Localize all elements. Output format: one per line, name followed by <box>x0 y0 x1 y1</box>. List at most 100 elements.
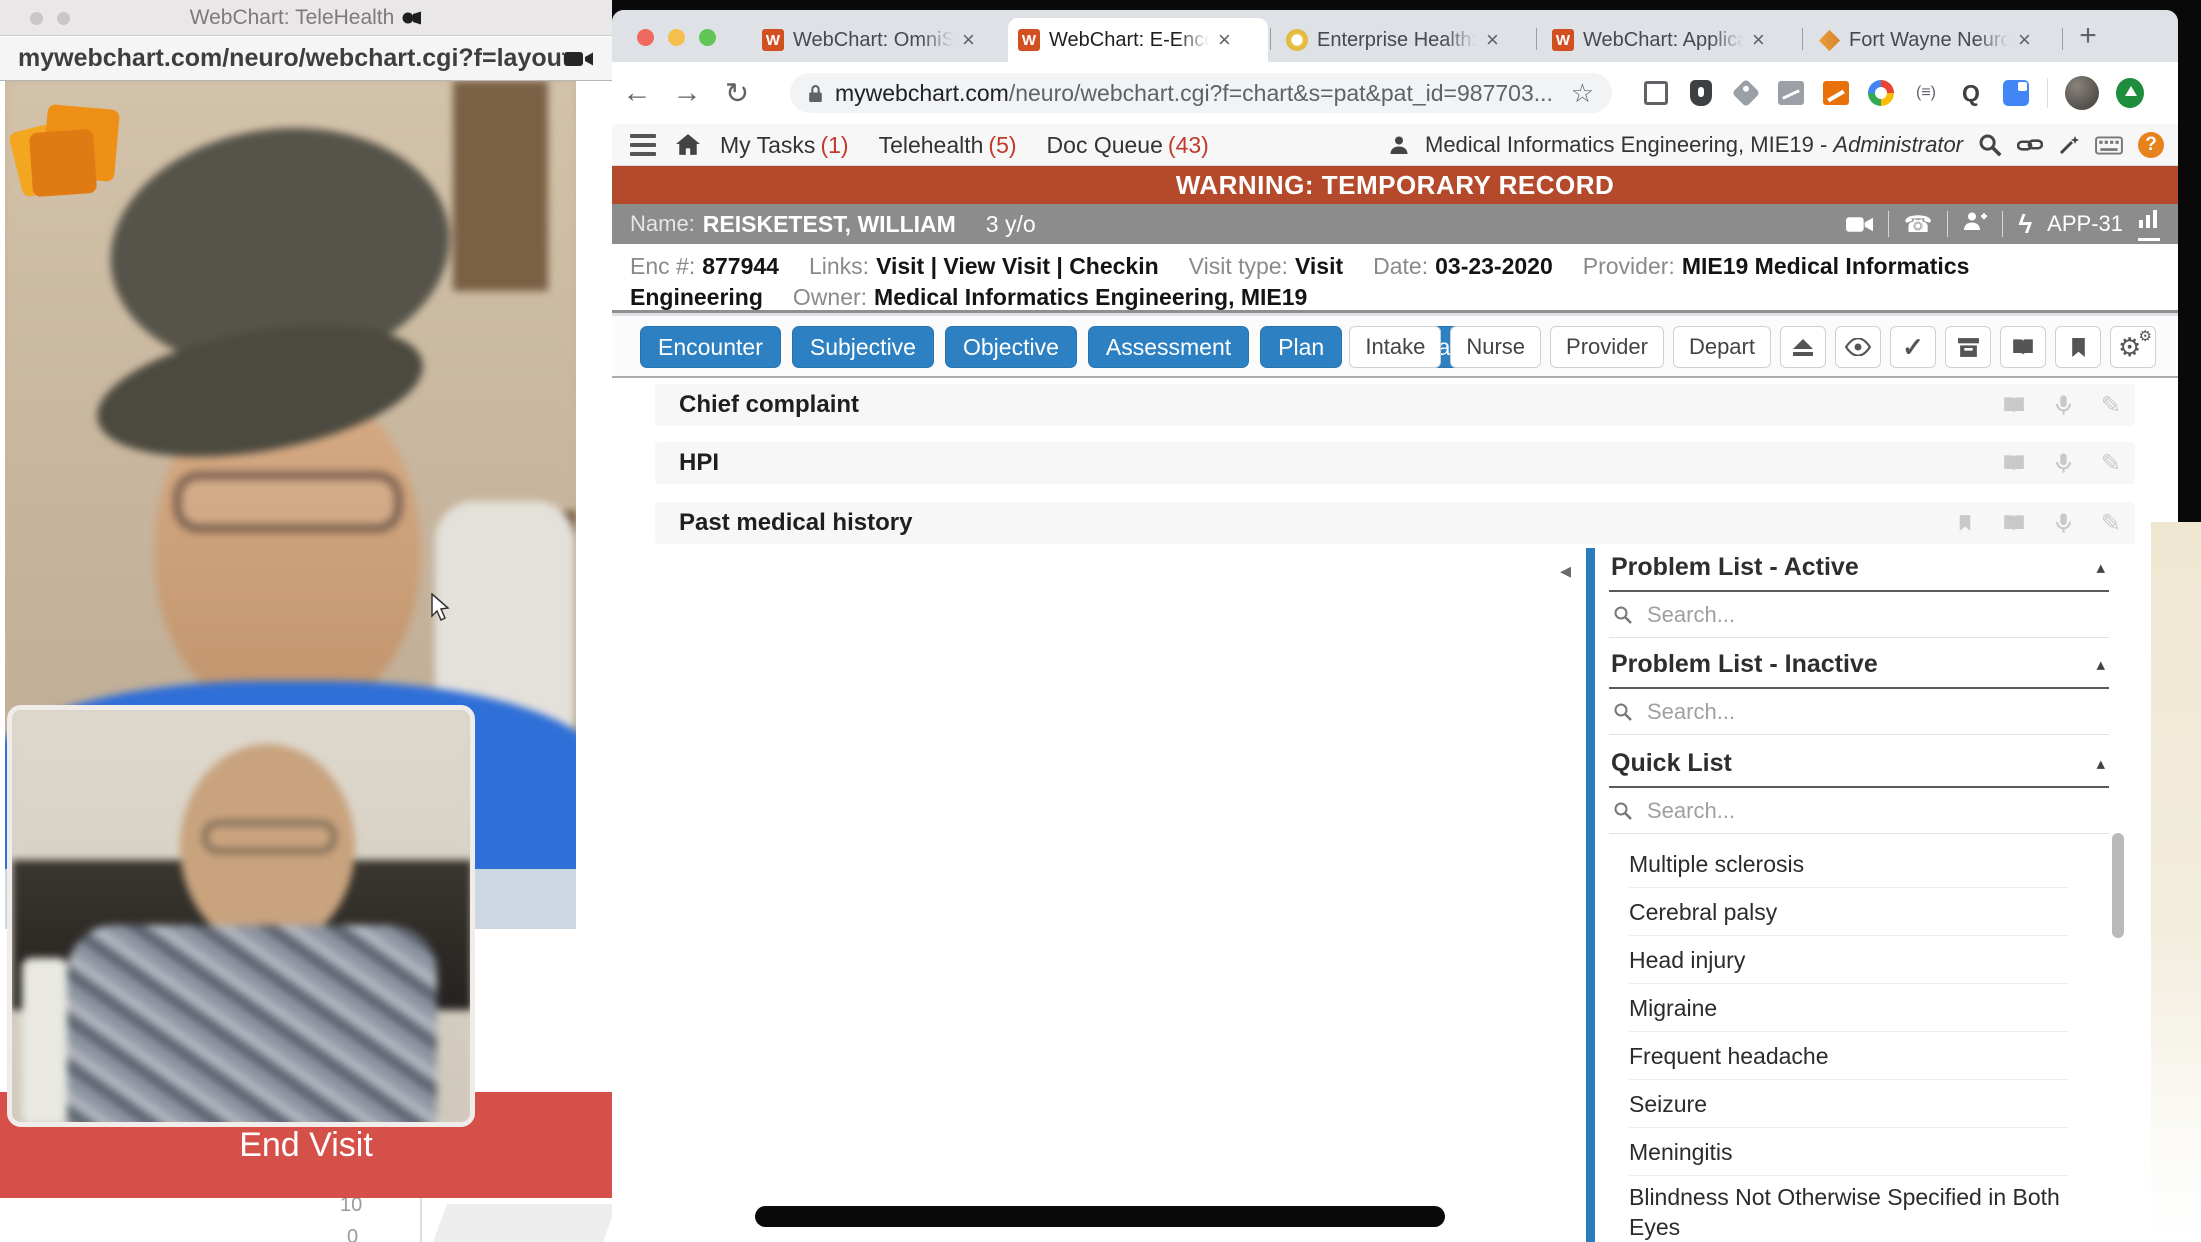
vitals-chart-icon[interactable] <box>2138 208 2160 241</box>
video-call-icon[interactable] <box>1846 215 1873 234</box>
app-badge[interactable]: APP-31 <box>2047 211 2123 237</box>
settings-gears-button[interactable]: ⚙⚙ <box>2110 326 2156 368</box>
close-window-button[interactable] <box>637 29 654 46</box>
pencil-icon[interactable]: ✎ <box>2101 509 2121 538</box>
intake-button[interactable]: Intake <box>1349 326 1441 368</box>
keyboard-icon[interactable] <box>2095 136 2123 155</box>
mic-icon[interactable] <box>2056 512 2071 534</box>
close-icon[interactable]: × <box>2018 29 2031 51</box>
list-item[interactable]: Cerebral palsy <box>1629 888 2069 936</box>
reload-icon[interactable]: ↻ <box>712 76 762 111</box>
close-icon[interactable]: × <box>1218 29 1231 51</box>
url-omnibox[interactable]: mywebchart.com/neuro/webchart.cgi?f=char… <box>790 73 1612 113</box>
book-icon[interactable] <box>2002 513 2026 533</box>
current-user[interactable]: Medical Informatics Engineering, MIE19 -… <box>1425 132 1963 158</box>
section-chief-complaint[interactable]: Chief complaint ✎ <box>655 384 2135 426</box>
video-camera-icon[interactable] <box>564 49 594 69</box>
analytics-extension-icon[interactable] <box>1822 79 1850 107</box>
back-icon[interactable]: ← <box>612 77 662 110</box>
scrollbar-thumb[interactable] <box>2112 833 2124 938</box>
pencil-icon[interactable]: ✎ <box>2101 449 2121 478</box>
group-header-problem-list-inactive[interactable]: Problem List - Inactive ▴ <box>1609 648 2109 689</box>
bookmark-icon[interactable] <box>1958 514 1972 532</box>
subjective-button[interactable]: Subjective <box>792 326 934 368</box>
objective-button[interactable]: Objective <box>945 326 1077 368</box>
eye-button[interactable] <box>1835 326 1881 368</box>
chevron-up-icon[interactable]: ▴ <box>2096 754 2105 774</box>
assessment-button[interactable]: Assessment <box>1088 326 1249 368</box>
tag-extension-icon[interactable] <box>1732 79 1760 107</box>
profile-avatar[interactable] <box>2065 76 2099 110</box>
list-item[interactable]: Seizure <box>1629 1080 2069 1128</box>
menu-icon[interactable] <box>630 134 656 156</box>
link-icon[interactable] <box>2017 137 2043 153</box>
eject-button[interactable] <box>1780 326 1826 368</box>
group-header-problem-list-active[interactable]: Problem List - Active ▴ <box>1609 551 2109 592</box>
close-icon[interactable]: × <box>1752 29 1765 51</box>
panel-collapse-icon[interactable]: ◂ <box>1560 558 1571 584</box>
browser-tab-e-encounter[interactable]: W WebChart: E-Encou × <box>1008 18 1268 62</box>
section-hpi[interactable]: HPI ✎ <box>655 442 2135 484</box>
nav-item-my-tasks[interactable]: My Tasks(1) <box>720 132 849 159</box>
screenshot-extension-icon[interactable] <box>1642 79 1670 107</box>
telehealth-url[interactable]: mywebchart.com/neuro/webchart.cgi?f=layo… <box>18 44 564 73</box>
bookmark-star-icon[interactable]: ☆ <box>1571 78 1594 109</box>
reader-extension-icon[interactable]: (≡) <box>1912 79 1940 107</box>
plan-button[interactable]: Plan <box>1260 326 1342 368</box>
list-item[interactable]: Migraine <box>1629 984 2069 1032</box>
archive-button[interactable] <box>1945 326 1991 368</box>
close-icon[interactable]: × <box>962 29 975 51</box>
quick-list-search-input[interactable] <box>1645 797 2105 825</box>
browser-tab-omniscope[interactable]: W WebChart: OmniSc × <box>752 18 1000 62</box>
group-header-quick-list[interactable]: Quick List ▴ <box>1609 747 2109 788</box>
nav-item-telehealth[interactable]: Telehealth(5) <box>879 132 1017 159</box>
close-icon[interactable]: × <box>1486 29 1499 51</box>
help-icon[interactable]: ? <box>2138 132 2164 158</box>
window-control-dot[interactable] <box>30 12 43 25</box>
problem-active-search-input[interactable] <box>1645 601 2105 629</box>
wand-icon[interactable] <box>2058 134 2080 156</box>
mic-icon[interactable] <box>2056 394 2071 416</box>
nav-item-doc-queue[interactable]: Doc Queue(43) <box>1047 132 1209 159</box>
section-past-medical-history[interactable]: Past medical history ✎ <box>655 502 2135 544</box>
depart-button[interactable]: Depart <box>1673 326 1771 368</box>
list-item[interactable]: Meningitis <box>1629 1128 2069 1176</box>
book-icon[interactable] <box>2002 395 2026 415</box>
nurse-button[interactable]: Nurse <box>1450 326 1541 368</box>
encounter-button[interactable]: Encounter <box>640 326 781 368</box>
list-item[interactable]: Frequent headache <box>1629 1032 2069 1080</box>
q-extension-icon[interactable]: Q <box>1957 79 1985 107</box>
pencil-icon[interactable]: ✎ <box>2101 391 2121 420</box>
search-icon[interactable] <box>1978 133 2002 157</box>
translate-extension-icon[interactable] <box>2002 79 2030 107</box>
window-control-dot[interactable] <box>57 12 70 25</box>
check-button[interactable]: ✓ <box>1890 326 1936 368</box>
bookmark-button[interactable] <box>2055 326 2101 368</box>
list-item[interactable]: Multiple sclerosis <box>1629 840 2069 888</box>
update-icon[interactable] <box>2116 79 2144 107</box>
home-icon[interactable] <box>676 134 700 160</box>
provider-button[interactable]: Provider <box>1550 326 1664 368</box>
minimize-window-button[interactable] <box>668 29 685 46</box>
book-icon[interactable] <box>2002 453 2026 473</box>
shield-extension-icon[interactable] <box>1687 79 1715 107</box>
chevron-up-icon[interactable]: ▴ <box>2096 558 2105 578</box>
compass-extension-icon[interactable] <box>1867 79 1895 107</box>
flowsheet-bolt-icon[interactable]: ϟ <box>2018 211 2032 237</box>
book-button[interactable] <box>2000 326 2046 368</box>
browser-tab-enterprise-health[interactable]: Enterprise Health: C × <box>1276 18 1518 62</box>
problem-inactive-search-input[interactable] <box>1645 698 2105 726</box>
browser-tab-webchart-application[interactable]: W WebChart: Applica × <box>1542 18 1784 62</box>
zoom-window-button[interactable] <box>699 29 716 46</box>
browser-tab-fort-wayne-neurology[interactable]: Fort Wayne Neurol × <box>1808 18 2054 62</box>
chart-extension-icon[interactable] <box>1777 79 1805 107</box>
encounter-links[interactable]: Visit | View Visit | Checkin <box>876 253 1159 279</box>
mic-icon[interactable] <box>2056 452 2071 474</box>
list-item[interactable]: Blindness Not Otherwise Specified in Bot… <box>1629 1176 2069 1242</box>
chevron-up-icon[interactable]: ▴ <box>2096 655 2105 675</box>
forward-icon[interactable]: → <box>662 77 712 110</box>
panel-divider-bar[interactable] <box>1586 548 1595 1242</box>
add-person-icon[interactable] <box>1963 210 1987 238</box>
phone-icon[interactable]: ☎ <box>1904 213 1933 236</box>
new-tab-button[interactable]: + <box>2070 18 2106 54</box>
